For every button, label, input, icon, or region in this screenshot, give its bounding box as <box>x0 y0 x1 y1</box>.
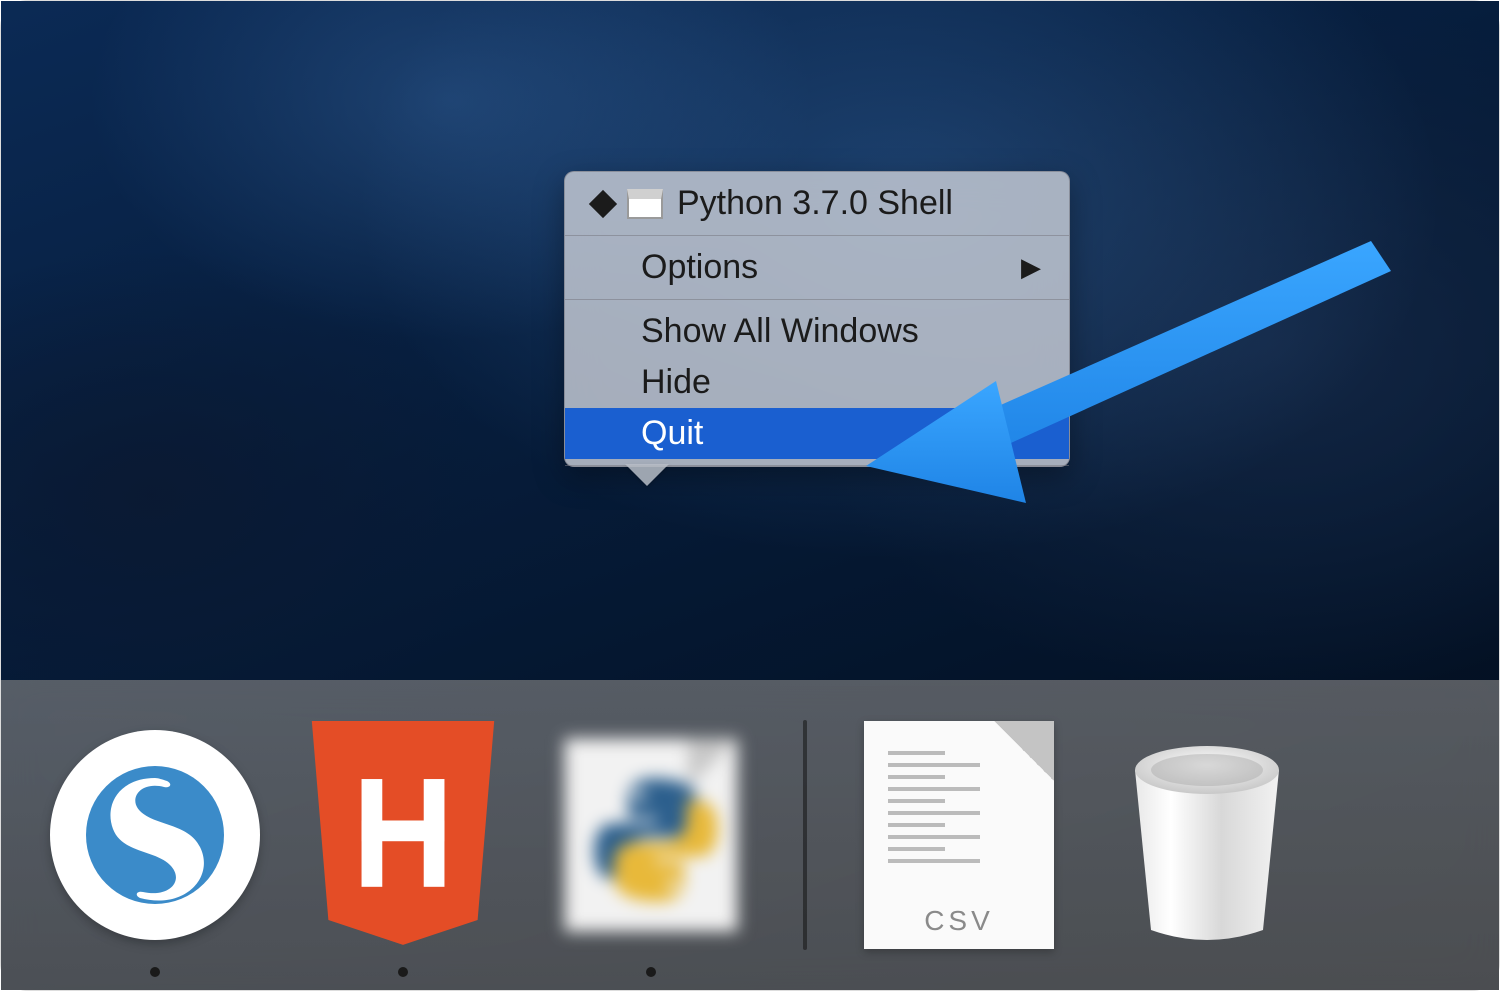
window-title: Python 3.7.0 Shell <box>677 184 953 223</box>
dock-separator <box>803 720 807 950</box>
csv-file-icon: CSV <box>864 721 1054 949</box>
dock-app-python-idle[interactable] <box>537 721 765 949</box>
running-indicator-icon <box>646 967 656 977</box>
menu-show-all-label: Show All Windows <box>641 312 919 351</box>
menu-options-label: Options <box>641 248 758 287</box>
dock-trash[interactable] <box>1093 721 1321 949</box>
python-idle-icon <box>546 730 756 940</box>
csv-extension-label: CSV <box>864 905 1054 949</box>
menu-hide-label: Hide <box>641 363 711 402</box>
submenu-arrow-icon: ▶ <box>1021 252 1041 283</box>
menu-window-item[interactable]: Python 3.7.0 Shell <box>565 178 1069 229</box>
dock-document-csv[interactable]: CSV <box>845 721 1073 949</box>
running-indicator-icon <box>150 967 160 977</box>
menu-caret-icon <box>625 464 669 486</box>
dock-context-menu: Python 3.7.0 Shell Options ▶ Show All Wi… <box>564 171 1070 467</box>
running-indicator-icon <box>398 967 408 977</box>
diamond-icon <box>589 189 617 217</box>
html5-shield-icon <box>298 721 508 949</box>
menu-show-all-windows[interactable]: Show All Windows <box>565 306 1069 357</box>
window-thumbnail-icon <box>627 189 663 219</box>
dock-app-simplenote[interactable] <box>41 721 269 949</box>
trash-icon <box>1107 730 1307 940</box>
simplenote-icon <box>50 730 260 940</box>
dock: CSV <box>1 680 1499 990</box>
menu-options[interactable]: Options ▶ <box>565 242 1069 293</box>
menu-quit-label: Quit <box>641 414 703 453</box>
menu-hide[interactable]: Hide <box>565 357 1069 408</box>
menu-quit[interactable]: Quit <box>565 408 1069 459</box>
dock-app-html5[interactable] <box>289 721 517 949</box>
